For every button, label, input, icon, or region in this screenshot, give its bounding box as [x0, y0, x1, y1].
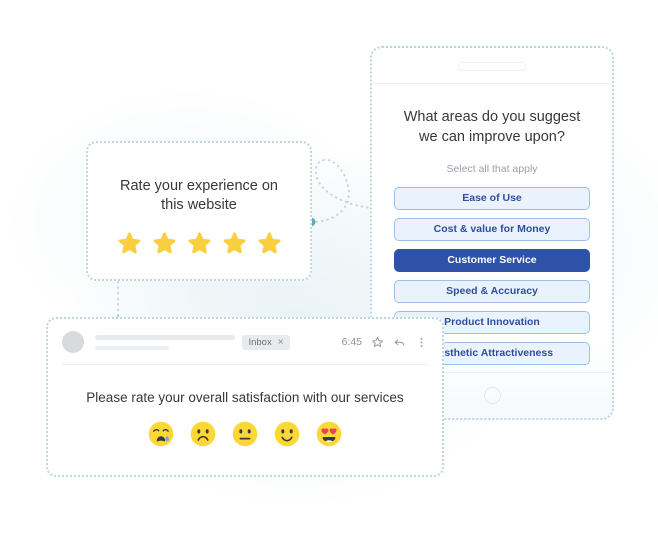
star-rating-card: Rate your experience on this website: [86, 141, 312, 281]
avatar-icon: [62, 331, 84, 353]
crying-face-emoji[interactable]: [148, 421, 174, 447]
star-card-title: Rate your experience on this website: [120, 178, 278, 214]
choice-cost-value-for-money[interactable]: Cost & value for Money: [394, 218, 590, 242]
frowning-face-emoji[interactable]: [190, 421, 216, 447]
choice-ease-of-use[interactable]: Ease of Use: [394, 187, 590, 211]
more-vertical-icon[interactable]: [415, 336, 428, 349]
reply-icon[interactable]: [393, 336, 406, 349]
choice-customer-service[interactable]: Customer Service: [394, 249, 590, 273]
tablet-top-divider: [372, 83, 612, 84]
email-meta-actions: 6:45: [342, 336, 428, 349]
star-rating-widget[interactable]: [88, 231, 310, 257]
inbox-label-chip[interactable]: Inbox ×: [242, 334, 290, 350]
speaker-bar-icon: [458, 62, 526, 71]
illustration-stage: What areas do you suggest we can improve…: [0, 0, 658, 542]
email-divider: [62, 364, 428, 365]
heart-eyes-face-emoji[interactable]: [316, 421, 342, 447]
email-timestamp: 6:45: [341, 336, 362, 348]
star-icon[interactable]: [221, 231, 248, 257]
sender-line-primary: [95, 334, 235, 340]
connector-loop-path: [310, 158, 373, 223]
survey-subtitle: Select all that apply: [446, 163, 538, 176]
star-icon[interactable]: [256, 231, 283, 257]
choice-speed-accuracy[interactable]: Speed & Accuracy: [394, 280, 590, 304]
star-outline-icon[interactable]: [371, 336, 384, 349]
star-icon[interactable]: [151, 231, 178, 257]
home-button-icon[interactable]: [483, 387, 501, 404]
star-icon[interactable]: [116, 231, 143, 257]
sender-line-secondary: [95, 345, 169, 350]
satisfaction-prompt: Please rate your overall satisfaction wi…: [86, 390, 404, 405]
survey-question: What areas do you suggest we can improve…: [403, 109, 581, 145]
neutral-face-emoji[interactable]: [232, 421, 258, 447]
email-preview-card: Inbox × 6:45 Please rate your overall sa…: [46, 317, 444, 477]
star-icon[interactable]: [186, 231, 213, 257]
email-header: Inbox × 6:45: [48, 319, 442, 353]
emoji-rating-widget[interactable]: [48, 421, 442, 447]
inbox-label-text: Inbox: [248, 336, 272, 348]
slightly-smiling-face-emoji[interactable]: [274, 421, 300, 447]
sender-placeholder-lines: [95, 334, 242, 350]
close-icon[interactable]: ×: [278, 337, 284, 348]
